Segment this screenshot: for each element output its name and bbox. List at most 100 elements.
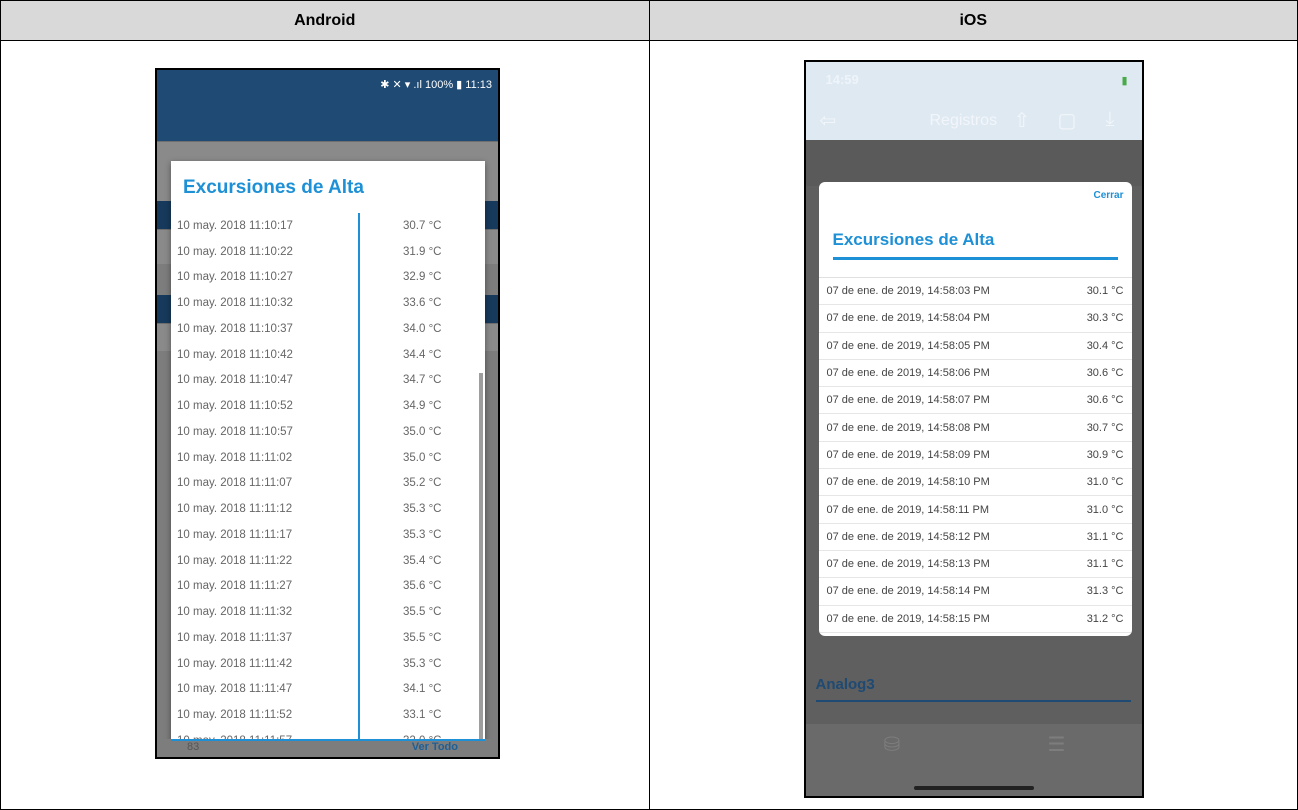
excursion-date: 07 de ene. de 2019, 14:58:04 PM [826, 312, 990, 325]
excursion-date: 10 may. 2018 11:11:42 [177, 657, 293, 670]
excursion-date: 10 may. 2018 11:11:27 [177, 580, 293, 593]
overlay-band [805, 140, 1142, 186]
list-item[interactable]: 10 may. 2018 11:11:07 35.2 °C [171, 471, 485, 497]
excursion-date: 10 may. 2018 11:11:47 [177, 683, 293, 696]
list-item[interactable]: 10 may. 2018 11:10:47 34.7 °C [171, 368, 485, 394]
back-icon[interactable]: ⇦ [820, 108, 837, 133]
excursion-date: 10 may. 2018 11:11:12 [177, 503, 293, 516]
list-item[interactable]: 10 may. 2018 11:10:17 30.7 °C [171, 213, 485, 239]
list-item[interactable]: 10 may. 2018 11:10:37 34.0 °C [171, 316, 485, 342]
list-item[interactable]: 07 de ene. de 2019, 14:58:14 PM 31.3 °C [818, 578, 1132, 606]
list-item[interactable]: 07 de ene. de 2019, 14:58:03 PM 30.1 °C [818, 278, 1132, 306]
list-item[interactable]: 07 de ene. de 2019, 14:58:13 PM 31.1 °C [818, 551, 1132, 579]
excursion-date: 07 de ene. de 2019, 14:58:14 PM [826, 585, 990, 598]
list-item[interactable]: 10 may. 2018 11:10:57 35.0 °C [171, 419, 485, 445]
excursion-date: 07 de ene. de 2019, 14:58:09 PM [826, 448, 990, 461]
list-item[interactable]: 10 may. 2018 11:11:12 35.3 °C [171, 496, 485, 522]
excursion-date: 10 may. 2018 11:11:02 [177, 451, 293, 464]
nav-title: Registros [929, 112, 998, 129]
excursion-date: 07 de ene. de 2019, 14:58:10 PM [826, 476, 990, 489]
excursion-temperature: 30.7 °C [1086, 421, 1124, 434]
list-item[interactable]: 07 de ene. de 2019, 14:58:10 PM 31.0 °C [818, 469, 1132, 497]
excursion-temperature: 35.6 °C [403, 580, 442, 593]
excursion-date: 10 may. 2018 11:10:22 [177, 245, 293, 258]
column-divider [358, 213, 360, 757]
list-item[interactable]: 10 may. 2018 11:11:32 35.5 °C [171, 599, 485, 625]
list-item[interactable]: 10 may. 2018 11:11:17 35.3 °C [171, 522, 485, 548]
excursions-modal: Cerrar Excursiones de Alta 07 de ene. de… [818, 182, 1132, 636]
excursion-date: 10 may. 2018 11:11:07 [177, 477, 293, 490]
excursion-temperature: 30.9 °C [1086, 448, 1124, 461]
share-icon[interactable]: ⇧ [1014, 108, 1031, 133]
excursion-temperature: 35.3 °C [403, 657, 442, 670]
excursion-date: 10 may. 2018 11:10:47 [177, 374, 293, 387]
android-app-bar [157, 101, 498, 141]
excursion-temperature: 31.2 °C [1086, 612, 1124, 625]
excursion-temperature: 34.7 °C [403, 374, 442, 387]
menu-icon[interactable]: ☰ [1048, 732, 1066, 757]
scrollbar[interactable] [479, 373, 483, 757]
excursion-temperature: 30.6 °C [1086, 394, 1124, 407]
excursion-list[interactable]: 07 de ene. de 2019, 14:58:03 PM 30.1 °C 07… [818, 277, 1132, 633]
list-item[interactable]: 10 may. 2018 11:10:32 33.6 °C [171, 290, 485, 316]
excursion-date: 10 may. 2018 11:11:22 [177, 554, 293, 567]
excursion-temperature: 35.4 °C [403, 554, 442, 567]
android-phone-screen: ✱ ✕ ▾ .ıl 100% ▮ 11:13 Excursiones de Al… [155, 68, 500, 759]
list-item[interactable]: 07 de ene. de 2019, 14:58:12 PM 31.1 °C [818, 524, 1132, 551]
comparison-table: Android iOS ✱ ✕ ▾ .ıl 100% ▮ 11:13 Excur… [0, 0, 1298, 810]
excursion-temperature: 30.6 °C [1086, 367, 1124, 380]
excursion-date: 10 may. 2018 11:10:17 [177, 219, 293, 232]
excursion-temperature: 33.1 °C [403, 709, 442, 722]
list-item[interactable]: 10 may. 2018 11:11:37 35.5 °C [171, 625, 485, 651]
list-item[interactable]: 10 may. 2018 11:11:22 35.4 °C [171, 548, 485, 574]
list-item[interactable]: 07 de ene. de 2019, 14:58:07 PM 30.6 °C [818, 387, 1132, 415]
list-item[interactable]: 10 may. 2018 11:11:02 35.0 °C [171, 445, 485, 471]
save-icon[interactable]: ▢ [1058, 108, 1077, 133]
section-title: Analog3 [815, 676, 875, 693]
list-item[interactable]: 10 may. 2018 11:11:27 35.6 °C [171, 574, 485, 600]
database-icon[interactable]: ⛁ [884, 732, 901, 757]
excursion-temperature: 32.9 °C [403, 271, 442, 284]
excursion-temperature: 35.2 °C [403, 477, 442, 490]
android-column-header: Android [0, 0, 650, 41]
list-item[interactable]: 07 de ene. de 2019, 14:58:15 PM 31.2 °C [818, 606, 1132, 633]
excursion-date: 07 de ene. de 2019, 14:58:12 PM [826, 530, 990, 543]
excursion-date: 10 may. 2018 11:10:32 [177, 297, 293, 310]
close-button[interactable]: Cerrar [1093, 190, 1123, 201]
record-count: 83 [187, 741, 200, 753]
list-item[interactable]: 10 may. 2018 11:10:42 34.4 °C [171, 342, 485, 368]
list-item[interactable]: 10 may. 2018 11:10:22 31.9 °C [171, 239, 485, 265]
list-item[interactable]: 07 de ene. de 2019, 14:58:08 PM 30.7 °C [818, 414, 1132, 442]
android-cell: ✱ ✕ ▾ .ıl 100% ▮ 11:13 Excursiones de Al… [0, 40, 650, 810]
list-item[interactable]: 10 may. 2018 11:10:27 32.9 °C [171, 265, 485, 291]
excursion-date: 10 may. 2018 11:11:37 [177, 631, 293, 644]
dialog-title: Excursiones de Alta [183, 177, 364, 198]
excursion-date: 07 de ene. de 2019, 14:58:11 PM [826, 503, 989, 516]
list-item[interactable]: 10 may. 2018 11:11:52 33.1 °C [171, 702, 485, 728]
list-item[interactable]: 07 de ene. de 2019, 14:58:05 PM 30.4 °C [818, 333, 1132, 360]
download-icon[interactable]: ⤓ [1106, 108, 1115, 131]
battery-icon: ▮ [1121, 75, 1128, 87]
excursion-temperature: 34.9 °C [403, 400, 442, 413]
excursion-temperature: 31.1 °C [1086, 530, 1124, 543]
list-item[interactable]: 07 de ene. de 2019, 14:58:06 PM 30.6 °C [818, 360, 1132, 388]
android-status-bar: ✱ ✕ ▾ .ıl 100% ▮ 11:13 [157, 70, 498, 101]
list-item[interactable]: 10 may. 2018 11:10:52 34.9 °C [171, 393, 485, 419]
excursion-temperature: 35.0 °C [403, 425, 442, 438]
list-item[interactable]: 10 may. 2018 11:11:47 34.1 °C [171, 677, 485, 703]
excursion-temperature: 34.1 °C [403, 683, 442, 696]
view-all-link[interactable]: Ver Todo [412, 741, 458, 753]
list-item[interactable]: 07 de ene. de 2019, 14:58:09 PM 30.9 °C [818, 442, 1132, 470]
excursion-date: 07 de ene. de 2019, 14:58:08 PM [826, 421, 990, 434]
list-item[interactable]: 10 may. 2018 11:11:42 35.3 °C [171, 651, 485, 677]
status-time: 14:59 [825, 72, 859, 87]
excursion-list[interactable]: 10 may. 2018 11:10:17 30.7 °C 10 may. 2018… [171, 213, 485, 757]
excursion-date: 07 de ene. de 2019, 14:58:07 PM [826, 394, 990, 407]
modal-title: Excursiones de Alta [832, 230, 995, 249]
excursion-date: 07 de ene. de 2019, 14:58:03 PM [826, 285, 990, 298]
excursion-temperature: 30.3 °C [1086, 312, 1124, 325]
list-item[interactable]: 07 de ene. de 2019, 14:58:04 PM 30.3 °C [818, 305, 1132, 333]
excursion-date: 10 may. 2018 11:10:42 [177, 348, 293, 361]
excursion-temperature: 35.0 °C [403, 451, 442, 464]
list-item[interactable]: 07 de ene. de 2019, 14:58:11 PM 31.0 °C [818, 496, 1132, 524]
